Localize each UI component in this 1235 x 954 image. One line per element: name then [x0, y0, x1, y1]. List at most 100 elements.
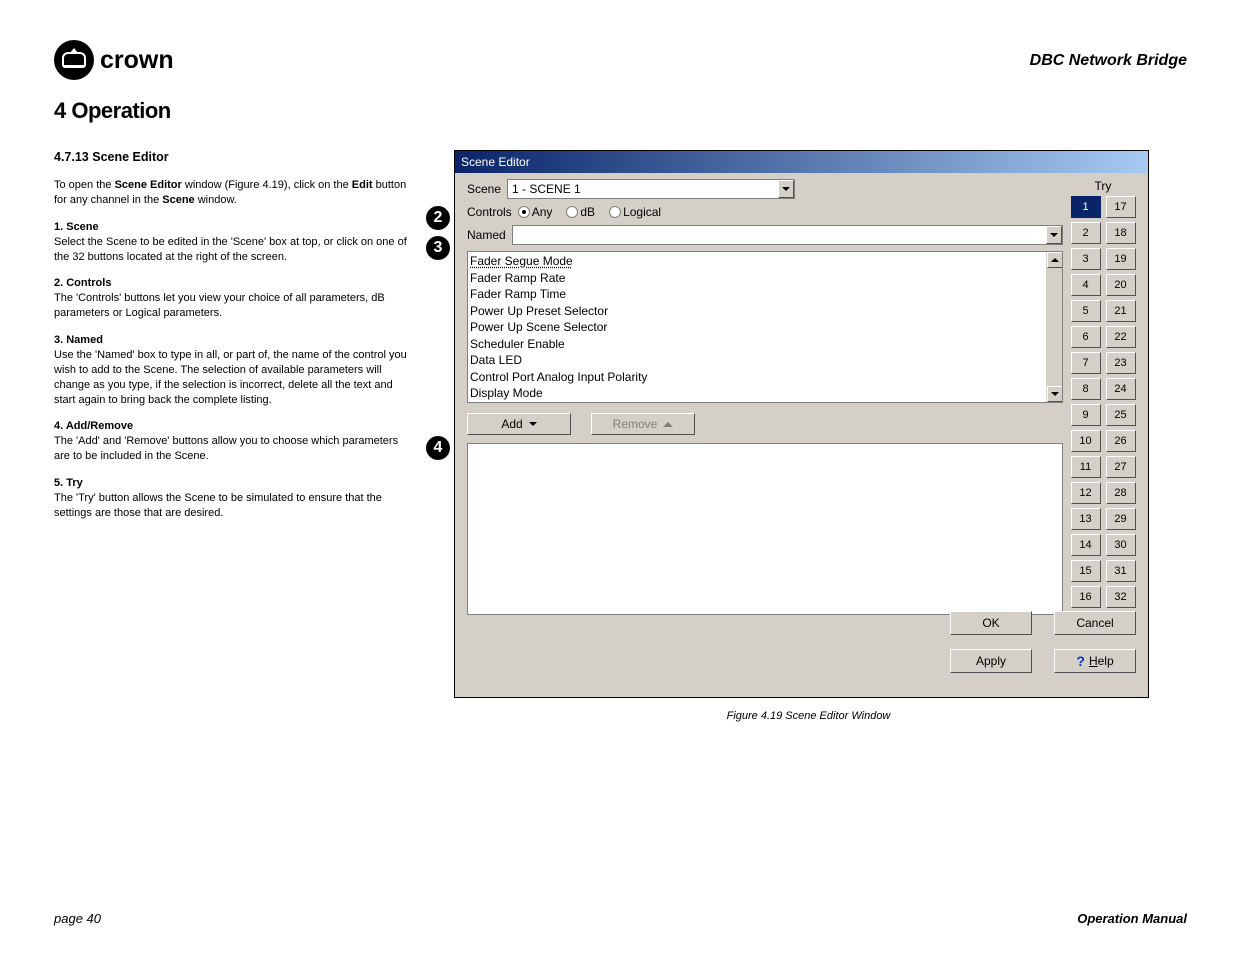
radio-logical[interactable]: [609, 206, 621, 218]
list-item[interactable]: Power Up Scene Selector: [470, 319, 1044, 336]
scene-select-dropdown-button[interactable]: [778, 180, 794, 198]
parameters-listbox[interactable]: Fader Segue Mode Fader Ramp Rate Fader R…: [467, 251, 1063, 403]
scene-button-13[interactable]: 13: [1071, 508, 1101, 530]
list-item[interactable]: Control Port Analog Input Polarity: [470, 369, 1044, 386]
named-label: Named: [467, 228, 506, 242]
list-item[interactable]: Power Up Preset Selector: [470, 303, 1044, 320]
ok-button[interactable]: OK: [950, 611, 1032, 635]
list-item[interactable]: Fader Segue Mode: [470, 253, 1044, 270]
scene-button-15[interactable]: 15: [1071, 560, 1101, 582]
step-3-title: 3. Named: [54, 334, 410, 346]
list-item[interactable]: Data LED: [470, 352, 1044, 369]
figure-caption: Figure 4.19 Scene Editor Window: [430, 710, 1187, 722]
scene-button-19[interactable]: 19: [1106, 248, 1136, 270]
help-button[interactable]: ?Help: [1054, 649, 1136, 673]
scene-button-20[interactable]: 20: [1106, 274, 1136, 296]
scroll-up-button[interactable]: [1047, 252, 1063, 268]
try-panel: Try 117218319420521622723824925102611271…: [1068, 179, 1138, 608]
chevron-down-icon: [529, 422, 537, 426]
scene-select-value: 1 - SCENE 1: [512, 182, 581, 196]
scene-button-3[interactable]: 3: [1071, 248, 1101, 270]
chevron-up-icon: [663, 422, 673, 427]
chevron-down-icon: [782, 187, 790, 191]
scene-label: Scene: [467, 182, 501, 196]
step-5-text: The 'Try' button allows the Scene to be …: [54, 491, 410, 521]
radio-db-label: dB: [580, 205, 595, 219]
radio-any[interactable]: [518, 206, 530, 218]
scene-button-24[interactable]: 24: [1106, 378, 1136, 400]
scene-button-22[interactable]: 22: [1106, 326, 1136, 348]
scene-button-1[interactable]: 1: [1071, 196, 1101, 218]
scene-button-11[interactable]: 11: [1071, 456, 1101, 478]
callout-2: 2: [426, 206, 450, 230]
scene-button-12[interactable]: 12: [1071, 482, 1101, 504]
scene-button-29[interactable]: 29: [1106, 508, 1136, 530]
page-number: page 40: [54, 911, 101, 926]
add-button[interactable]: Add: [467, 413, 571, 435]
scene-button-18[interactable]: 18: [1106, 222, 1136, 244]
step-2-title: 2. Controls: [54, 277, 410, 289]
arrow-down-icon: [1051, 392, 1059, 396]
scene-button-14[interactable]: 14: [1071, 534, 1101, 556]
step-5-title: 5. Try: [54, 477, 410, 489]
named-dropdown-button[interactable]: [1046, 226, 1062, 244]
scene-button-17[interactable]: 17: [1106, 196, 1136, 218]
scene-button-32[interactable]: 32: [1106, 586, 1136, 608]
step-1-title: 1. Scene: [54, 221, 410, 233]
scene-button-31[interactable]: 31: [1106, 560, 1136, 582]
step-1-text: Select the Scene to be edited in the 'Sc…: [54, 235, 410, 265]
step-4-text: The 'Add' and 'Remove' buttons allow you…: [54, 434, 410, 464]
scene-button-10[interactable]: 10: [1071, 430, 1101, 452]
listbox-scrollbar[interactable]: [1046, 252, 1062, 402]
scene-button-5[interactable]: 5: [1071, 300, 1101, 322]
list-item[interactable]: Fader Ramp Rate: [470, 270, 1044, 287]
intro-paragraph: To open the Scene Editor window (Figure …: [54, 178, 410, 208]
scene-button-6[interactable]: 6: [1071, 326, 1101, 348]
scene-button-9[interactable]: 9: [1071, 404, 1101, 426]
step-2-text: The 'Controls' buttons let you view your…: [54, 291, 410, 321]
step-4-title: 4. Add/Remove: [54, 420, 410, 432]
named-input[interactable]: [512, 225, 1063, 245]
arrow-up-icon: [1051, 258, 1059, 262]
remove-button-label: Remove: [613, 417, 658, 431]
try-label: Try: [1068, 179, 1138, 193]
scene-button-27[interactable]: 27: [1106, 456, 1136, 478]
subsection-title: 4.7.13 Scene Editor: [54, 150, 410, 164]
apply-button[interactable]: Apply: [950, 649, 1032, 673]
add-button-label: Add: [501, 417, 522, 431]
controls-label: Controls: [467, 205, 512, 219]
help-icon: ?: [1076, 653, 1085, 669]
scroll-down-button[interactable]: [1047, 386, 1063, 402]
selected-parameters-listbox[interactable]: [467, 443, 1063, 615]
scene-select[interactable]: 1 - SCENE 1: [507, 179, 795, 199]
brand-logo: crown: [54, 40, 174, 80]
brand-name: crown: [100, 46, 174, 75]
remove-button[interactable]: Remove: [591, 413, 695, 435]
cancel-button[interactable]: Cancel: [1054, 611, 1136, 635]
radio-logical-label: Logical: [623, 205, 661, 219]
scene-button-26[interactable]: 26: [1106, 430, 1136, 452]
scene-button-23[interactable]: 23: [1106, 352, 1136, 374]
scene-button-16[interactable]: 16: [1071, 586, 1101, 608]
radio-db[interactable]: [566, 206, 578, 218]
callout-4: 4: [426, 436, 450, 460]
callout-3: 3: [426, 236, 450, 260]
section-title: 4 Operation: [54, 98, 1187, 124]
scene-button-2[interactable]: 2: [1071, 222, 1101, 244]
scene-button-25[interactable]: 25: [1106, 404, 1136, 426]
scene-button-7[interactable]: 7: [1071, 352, 1101, 374]
list-item[interactable]: Fader Ramp Time: [470, 286, 1044, 303]
scene-button-4[interactable]: 4: [1071, 274, 1101, 296]
chevron-down-icon: [1050, 233, 1058, 237]
list-item[interactable]: Scheduler Enable: [470, 336, 1044, 353]
scene-button-28[interactable]: 28: [1106, 482, 1136, 504]
list-item[interactable]: Display Mode: [470, 385, 1044, 402]
scene-button-8[interactable]: 8: [1071, 378, 1101, 400]
crown-icon: [54, 40, 94, 80]
radio-any-label: Any: [532, 205, 553, 219]
scene-button-21[interactable]: 21: [1106, 300, 1136, 322]
dialog-title: Scene Editor: [455, 151, 1148, 173]
scene-button-30[interactable]: 30: [1106, 534, 1136, 556]
step-3-text: Use the 'Named' box to type in all, or p…: [54, 348, 410, 407]
doc-title: DBC Network Bridge: [1030, 52, 1187, 70]
